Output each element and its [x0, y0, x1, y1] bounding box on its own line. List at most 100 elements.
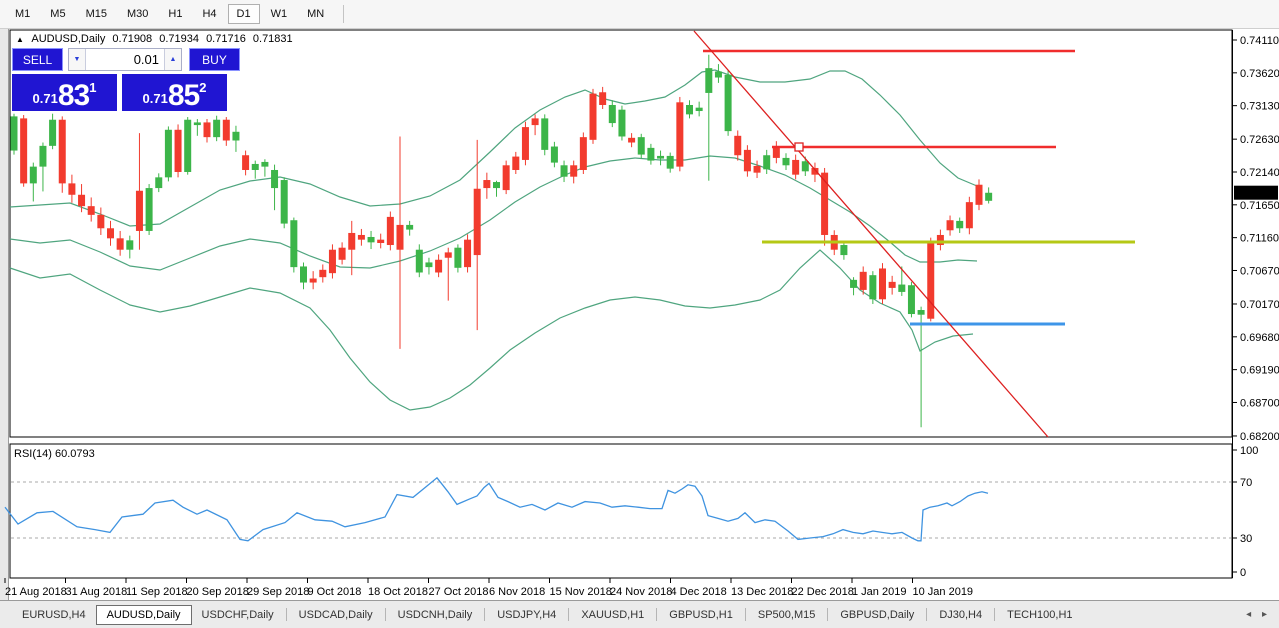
lot-size-input[interactable]: 0.01 — [86, 49, 164, 70]
candle-body — [319, 270, 326, 277]
timeframe-button-m15[interactable]: M15 — [77, 4, 116, 24]
candle-body — [242, 155, 249, 170]
candle-body — [483, 180, 490, 188]
buy-price-big: 85 — [168, 83, 199, 108]
tab-scroll-right-icon[interactable]: ▸ — [1262, 609, 1267, 620]
tab-separator — [656, 608, 657, 621]
candle-body — [599, 92, 606, 105]
candle-body — [30, 167, 37, 184]
candle-body — [368, 237, 375, 242]
candle-body — [464, 240, 471, 267]
candle-body — [860, 272, 867, 290]
candle-body — [377, 240, 384, 243]
timeframe-button-m30[interactable]: M30 — [118, 4, 157, 24]
candle-body — [821, 173, 828, 235]
candle-body — [763, 155, 770, 169]
candle-body — [570, 165, 577, 176]
sell-button[interactable]: SELL — [12, 48, 63, 71]
candle-body — [425, 262, 432, 267]
candle-body — [445, 252, 452, 257]
tab-usdjpy-h4[interactable]: USDJPY,H4 — [487, 605, 566, 625]
tab-dj30-h4[interactable]: DJ30,H4 — [929, 605, 992, 625]
candle-body — [696, 108, 703, 111]
lot-increase-button[interactable]: ▲ — [164, 49, 181, 70]
candle-body — [223, 120, 230, 141]
timeframe-button-d1[interactable]: D1 — [228, 4, 260, 24]
open-value: 0.71908 — [112, 33, 152, 45]
object-selection-handle[interactable] — [795, 143, 803, 151]
candle-body — [194, 122, 201, 125]
sell-price-big: 83 — [58, 83, 89, 108]
candle-body — [49, 120, 56, 146]
price-tick-label: 0.68200 — [1240, 431, 1279, 443]
rsi-pane[interactable] — [10, 444, 1232, 578]
candle-body — [551, 147, 558, 163]
candle-body — [580, 137, 587, 170]
candle-body — [97, 215, 104, 228]
collapse-icon[interactable]: ▲ — [16, 35, 24, 44]
candle-body — [802, 161, 809, 171]
window-left-gutter — [0, 29, 9, 600]
tab-scroll-left-icon[interactable]: ◂ — [1246, 609, 1251, 620]
candle-body — [590, 94, 597, 140]
tab-tech100-h1[interactable]: TECH100,H1 — [997, 605, 1082, 625]
candle-body — [435, 260, 442, 273]
chart-ohlc-header: ▲ AUDUSD,Daily 0.71908 0.71934 0.71716 0… — [16, 33, 297, 45]
candle-body — [918, 310, 925, 315]
candle-body — [416, 250, 423, 273]
buy-price-prefix: 0.71 — [143, 91, 168, 106]
timeframe-button-m1[interactable]: M1 — [6, 4, 39, 24]
candle-body — [126, 240, 133, 249]
candle-body — [541, 118, 548, 149]
candle-body — [454, 248, 461, 268]
tab-gbpusd-h1[interactable]: GBPUSD,H1 — [659, 605, 743, 625]
low-value: 0.71716 — [206, 33, 246, 45]
candle-body — [705, 68, 712, 93]
date-tick-label: 18 Oct 2018 — [368, 586, 428, 598]
candle-body — [618, 110, 625, 137]
timeframe-button-w1[interactable]: W1 — [262, 4, 297, 24]
candle-body — [493, 182, 500, 188]
rsi-tick-label: 0 — [1240, 567, 1246, 579]
candle-body — [155, 177, 162, 188]
price-chart[interactable]: 0.741100.736200.731300.726300.721400.716… — [0, 29, 1279, 600]
date-tick-label: 24 Nov 2018 — [610, 586, 672, 598]
buy-price-button[interactable]: 0.71 85 2 — [122, 74, 227, 111]
tab-eurusd-h4[interactable]: EURUSD,H4 — [12, 605, 96, 625]
candle-body — [107, 228, 114, 238]
current-price-label: 0.71831 — [1237, 188, 1277, 200]
tab-sp500-m15[interactable]: SP500,M15 — [748, 605, 825, 625]
tab-usdcnh-daily[interactable]: USDCNH,Daily — [388, 605, 483, 625]
price-tick-label: 0.73130 — [1240, 101, 1279, 113]
price-tick-label: 0.71160 — [1240, 233, 1279, 245]
timeframe-button-h1[interactable]: H1 — [159, 4, 191, 24]
candle-body — [68, 183, 75, 194]
tab-list: EURUSD,H4AUDUSD,DailyUSDCHF,DailyUSDCAD,… — [12, 605, 1083, 625]
buy-button[interactable]: BUY — [189, 48, 240, 71]
timeframe-button-h4[interactable]: H4 — [193, 4, 225, 24]
price-tick-label: 0.74110 — [1240, 35, 1279, 47]
date-tick-label: 31 Aug 2018 — [66, 586, 128, 598]
tab-gbpusd-daily[interactable]: GBPUSD,Daily — [830, 605, 924, 625]
candle-body — [300, 266, 307, 282]
price-tick-label: 0.69190 — [1240, 365, 1279, 377]
tab-separator — [484, 608, 485, 621]
tab-usdchf-daily[interactable]: USDCHF,Daily — [192, 605, 284, 625]
tab-audusd-daily[interactable]: AUDUSD,Daily — [96, 605, 192, 625]
candle-body — [647, 148, 654, 161]
tab-usdcad-daily[interactable]: USDCAD,Daily — [289, 605, 383, 625]
lot-decrease-button[interactable]: ▼ — [69, 49, 86, 70]
tab-xauusd-h1[interactable]: XAUUSD,H1 — [571, 605, 654, 625]
candle-body — [744, 150, 751, 171]
price-tick-label: 0.72140 — [1240, 167, 1279, 179]
tab-separator — [827, 608, 828, 621]
timeframe-toolbar: M1M5M15M30H1H4D1W1MN — [0, 0, 1279, 29]
candle-body — [532, 118, 539, 125]
high-value: 0.71934 — [159, 33, 199, 45]
candle-body — [271, 170, 278, 188]
timeframe-button-m5[interactable]: M5 — [41, 4, 74, 24]
timeframe-button-mn[interactable]: MN — [298, 4, 333, 24]
price-tick-label: 0.70170 — [1240, 299, 1279, 311]
sell-price-button[interactable]: 0.71 83 1 — [12, 74, 117, 111]
price-tick-label: 0.69680 — [1240, 332, 1279, 344]
